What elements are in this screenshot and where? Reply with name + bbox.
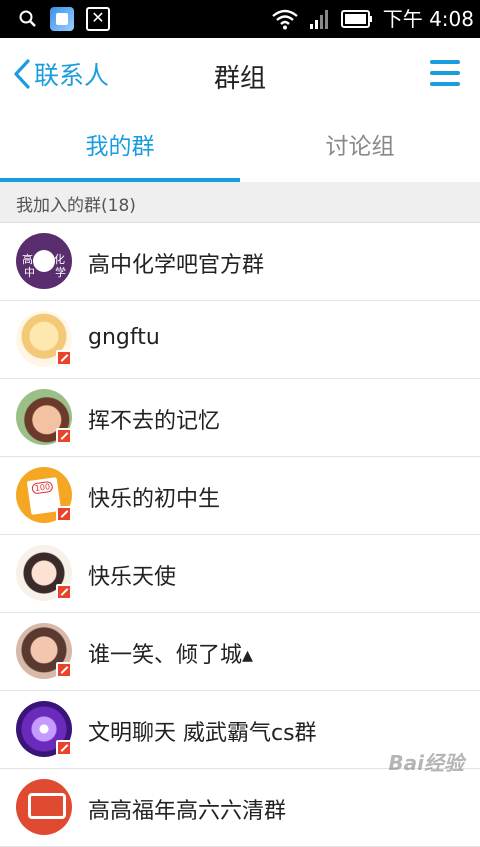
menu-icon-bar [430, 82, 460, 86]
group-name: 挥不去的记忆 [88, 409, 221, 434]
paw-icon [33, 250, 55, 272]
battery-icon [340, 10, 372, 28]
group-row[interactable]: gngftu [0, 301, 480, 379]
group-row[interactable]: 高高福年高六六清群 [0, 769, 480, 847]
page-title: 群组 [213, 64, 266, 94]
blocked-badge-icon [56, 584, 72, 600]
group-name: 文明聊天 威武霸气cs群 [88, 721, 317, 746]
group-row[interactable]: 谁一笑、倾了城▴ [0, 613, 480, 691]
blocked-badge-icon [56, 740, 72, 756]
group-name: 高中化学吧官方群 [88, 253, 265, 278]
avatar-text: 中 [24, 266, 35, 279]
group-row[interactable]: 快乐的初中生 [0, 457, 480, 535]
status-time: 下午 4:08 [382, 7, 474, 31]
group-avatar: 高 中 化 学 [16, 233, 72, 289]
group-name: gngftu [88, 325, 160, 350]
tab-my-groups[interactable]: 我的群 [0, 112, 240, 182]
app-icon [50, 7, 74, 31]
blocked-badge-icon [56, 428, 72, 444]
blocked-badge-icon [56, 662, 72, 678]
group-avatar [16, 779, 72, 835]
wifi-icon [271, 9, 298, 30]
group-name: 快乐的初中生 [88, 487, 221, 512]
signal-icon [309, 10, 328, 29]
blocked-badge-icon [56, 350, 72, 366]
close-box-icon: ✕ [86, 7, 110, 31]
status-bar: ✕ 下午 4:08 [0, 0, 480, 38]
group-name: 快乐天使 [88, 565, 177, 590]
tab-bar: 我的群 讨论组 [0, 112, 480, 183]
status-right-icons: 下午 4:08 [271, 6, 474, 32]
nav-bar: 联系人 群组 [0, 38, 480, 112]
blocked-badge-icon [56, 506, 72, 522]
watermark: Bai经验 [388, 751, 464, 775]
menu-icon-bar [430, 60, 460, 64]
status-left-icons: ✕ [18, 7, 110, 31]
group-name: 高高福年高六六清群 [88, 799, 287, 824]
group-row[interactable]: 高 中 化 学 高中化学吧官方群 [0, 223, 480, 301]
group-row[interactable]: 快乐天使 [0, 535, 480, 613]
section-header-label: 我加入的群(18) [16, 196, 136, 216]
menu-icon-bar [430, 71, 460, 75]
menu-button[interactable] [430, 60, 460, 86]
search-icon [19, 10, 36, 27]
tab-discussion-groups[interactable]: 讨论组 [240, 112, 480, 182]
group-name: 谁一笑、倾了城▴ [88, 643, 254, 668]
section-header: 我加入的群(18) [0, 182, 480, 223]
group-row[interactable]: 挥不去的记忆 [0, 379, 480, 457]
avatar-text: 学 [55, 266, 66, 279]
